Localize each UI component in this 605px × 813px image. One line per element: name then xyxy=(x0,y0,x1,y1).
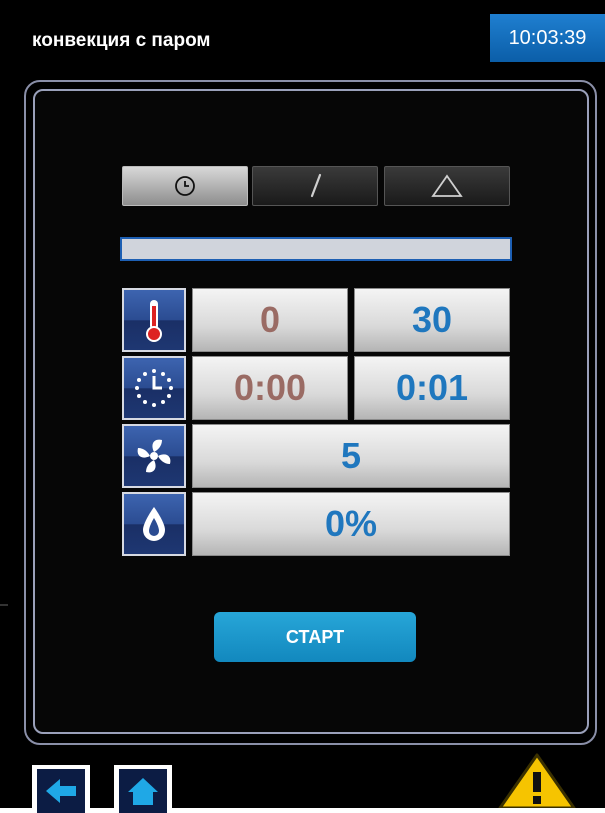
water-drop-icon xyxy=(143,507,165,541)
tab-time[interactable] xyxy=(122,166,248,206)
progress-bar xyxy=(120,237,512,261)
time-row-icon xyxy=(122,356,186,420)
back-button-face xyxy=(37,769,85,813)
fan-icon xyxy=(137,439,171,473)
warning-icon xyxy=(498,753,576,810)
probe-icon xyxy=(310,173,322,198)
timer-icon xyxy=(135,369,173,407)
fan-row-icon xyxy=(122,424,186,488)
humidity-button[interactable]: 0% xyxy=(192,492,510,556)
edge-mark xyxy=(0,604,8,606)
oven-control-screen: конвекция с паром 10:03:39 0 30 0:00 0:0… xyxy=(0,0,605,813)
tab-triangle[interactable] xyxy=(384,166,510,206)
home-button[interactable] xyxy=(114,765,172,813)
warning-button[interactable] xyxy=(498,752,576,813)
home-icon xyxy=(128,778,158,805)
top-bar: конвекция с паром 10:03:39 xyxy=(0,0,605,72)
clock-display: 10:03:39 xyxy=(490,14,605,62)
time-target-button[interactable]: 0:01 xyxy=(354,356,510,420)
temperature-target-button[interactable]: 30 xyxy=(354,288,510,352)
fan-speed-button[interactable]: 5 xyxy=(192,424,510,488)
clock-icon xyxy=(175,176,195,196)
tab-probe[interactable] xyxy=(252,166,378,206)
time-actual-value: 0:00 xyxy=(192,356,348,420)
humidity-row-icon xyxy=(122,492,186,556)
start-button[interactable]: СТАРТ xyxy=(214,612,416,662)
mode-title: конвекция с паром xyxy=(32,30,211,51)
triangle-icon xyxy=(431,174,463,197)
thermometer-icon xyxy=(146,300,162,342)
back-arrow-icon xyxy=(46,779,76,803)
temperature-row-icon xyxy=(122,288,186,352)
temperature-actual-value: 0 xyxy=(192,288,348,352)
home-button-face xyxy=(119,769,167,813)
back-button[interactable] xyxy=(32,765,90,813)
